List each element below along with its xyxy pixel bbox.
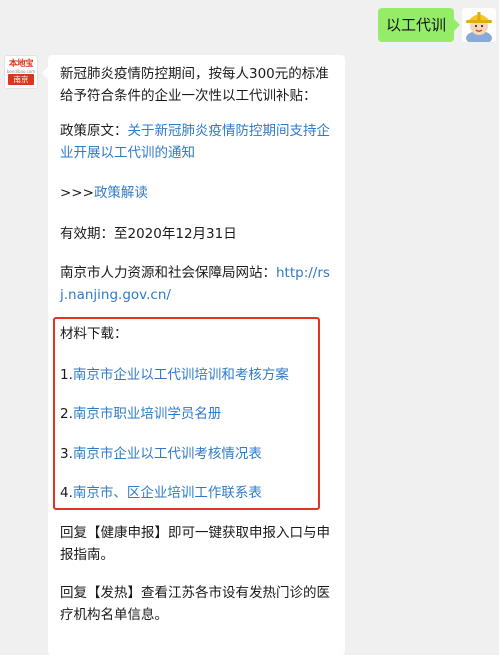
worker-avatar-icon (462, 8, 496, 42)
reply-fever-keyword: 【发热】 (87, 585, 141, 601)
website-label: 南京市人力资源和社会保障局网站： (60, 265, 276, 281)
policy-line: 政策原文：关于新冠肺炎疫情防控期间支持企业开展以工代训的通知 (60, 120, 336, 164)
download-item-link[interactable]: 南京市职业培训学员名册 (73, 406, 222, 422)
user-avatar[interactable] (462, 8, 496, 42)
bot-logo-city: 南京 (8, 74, 34, 85)
bot-logo-text: 本地宝 (8, 59, 34, 69)
download-item[interactable]: 3.南京市企业以工代训考核情况表 (60, 443, 336, 465)
interpret-prefix: >>> (60, 185, 94, 201)
download-item-number: 2. (60, 406, 73, 422)
reply-health-line: 回复【健康申报】即可一键获取申报入口与申报指南。 (60, 522, 336, 566)
download-item-link[interactable]: 南京市企业以工代训培训和考核方案 (73, 367, 289, 383)
user-message-bubble[interactable]: 以工代训 (378, 8, 460, 42)
download-item[interactable]: 1.南京市企业以工代训培训和考核方案 (60, 364, 336, 386)
website-line: 南京市人力资源和社会保障局网站：http://rsj.nanjing.gov.c… (60, 262, 336, 306)
validity-text: 有效期：至2020年12月31日 (60, 226, 237, 242)
bot-avatar[interactable]: 本地宝 bendibao.com 南京 (4, 55, 38, 89)
reply-health-prefix: 回复 (60, 525, 87, 541)
policy-label: 政策原文： (60, 123, 128, 139)
interpret-link[interactable]: 政策解读 (94, 185, 148, 201)
download-item-link[interactable]: 南京市企业以工代训考核情况表 (73, 446, 262, 462)
download-item-number: 3. (60, 446, 73, 462)
reply-fever-prefix: 回复 (60, 585, 87, 601)
reply-health-keyword: 【健康申报】 (87, 525, 168, 541)
intro-text: 新冠肺炎疫情防控期间，按每人300元的标准给予符合条件的企业一次性以工代训补贴： (60, 66, 329, 104)
download-title: 材料下载： (60, 326, 128, 342)
download-item-link[interactable]: 南京市、区企业培训工作联系表 (73, 485, 262, 501)
reply-fever-line: 回复【发热】查看江苏各市设有发热门诊的医疗机构名单信息。 (60, 582, 336, 626)
bot-message-bubble: 新冠肺炎疫情防控期间，按每人300元的标准给予符合条件的企业一次性以工代训补贴：… (42, 55, 345, 655)
download-item-number: 4. (60, 485, 73, 501)
user-message-text: 以工代训 (385, 16, 446, 34)
download-item[interactable]: 4.南京市、区企业培训工作联系表 (60, 482, 336, 504)
download-item-number: 1. (60, 367, 73, 383)
download-item[interactable]: 2.南京市职业培训学员名册 (60, 403, 336, 425)
interpret-line: >>>政策解读 (60, 182, 336, 204)
